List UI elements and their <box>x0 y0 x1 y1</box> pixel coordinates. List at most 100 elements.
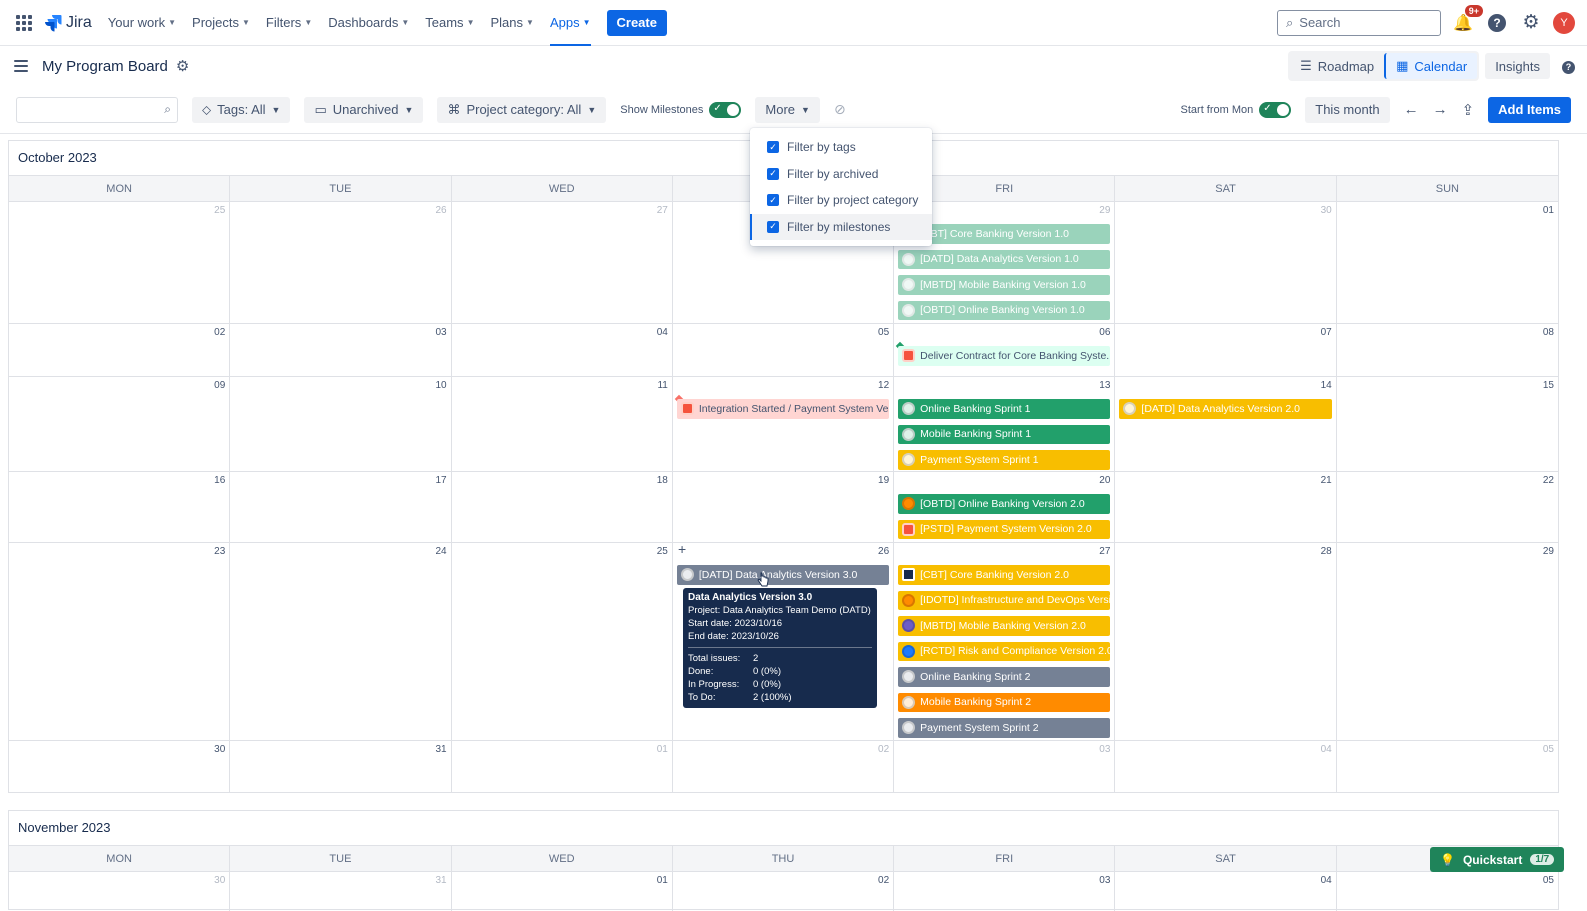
add-items-button[interactable]: Add Items <box>1488 96 1571 123</box>
calendar-event[interactable]: [DATD] Data Analytics Version 2.0 <box>1119 399 1332 419</box>
day-cell[interactable]: 20 [OBTD] Online Banking Version 2.0 [PS… <box>894 472 1116 542</box>
milestone-event[interactable]: Integration Started / Payment System Ve.… <box>676 399 890 419</box>
menu-item-filter-by-milestones[interactable]: ✓ Filter by milestones <box>750 213 932 240</box>
day-cell[interactable]: 03 <box>894 872 1116 911</box>
calendar-event[interactable]: [MBTD] Mobile Banking Version 2.0 <box>898 616 1111 636</box>
app-switcher-icon[interactable] <box>16 14 32 31</box>
day-cell[interactable]: 02 <box>9 324 231 376</box>
day-cell[interactable]: 18 <box>452 472 673 542</box>
add-event-icon[interactable]: + <box>678 541 686 557</box>
archived-filter[interactable]: ▭ Unarchived ▼ <box>304 96 424 123</box>
checkbox-checked-icon[interactable]: ✓ <box>767 167 779 180</box>
day-cell[interactable]: 15 <box>1337 377 1558 471</box>
tags-filter[interactable]: ⬦ Tags: All ▼ <box>192 96 291 123</box>
calendar-event[interactable]: [DATD] Data Analytics Version 1.0 <box>898 249 1111 269</box>
menu-item-filter-by-archived[interactable]: ✓ Filter by archived <box>750 161 932 188</box>
day-cell[interactable]: 04 <box>1115 741 1337 792</box>
nav-teams[interactable]: Teams ▼ <box>425 0 474 46</box>
insights-button[interactable]: Insights <box>1485 53 1550 79</box>
day-cell[interactable]: 05 <box>1337 741 1558 792</box>
help-icon[interactable]: ? <box>1562 58 1575 74</box>
day-cell[interactable]: 25 <box>452 543 673 740</box>
day-cell[interactable]: 08 <box>1337 324 1558 376</box>
calendar-event[interactable]: [PSTD] Payment System Version 2.0 <box>898 519 1111 539</box>
day-cell[interactable]: 19 <box>673 472 895 542</box>
menu-icon[interactable] <box>14 60 28 72</box>
calendar-event[interactable]: [DATD] Data Analytics Version 3.0 <box>676 565 890 585</box>
checkbox-checked-icon[interactable]: ✓ <box>767 220 779 233</box>
more-filters-button[interactable]: More ▼ <box>755 96 820 123</box>
day-cell[interactable]: 24 <box>230 543 452 740</box>
calendar-event[interactable]: [MBTD] Mobile Banking Version 1.0 <box>898 275 1111 295</box>
help-button[interactable]: ? <box>1485 11 1509 35</box>
day-cell[interactable]: 12 Integration Started / Payment System … <box>673 377 895 471</box>
day-cell[interactable]: 30 <box>9 741 231 792</box>
day-cell[interactable]: 27 <box>452 202 673 323</box>
checkbox-checked-icon[interactable]: ✓ <box>767 141 779 154</box>
avatar[interactable]: Y <box>1553 11 1575 34</box>
create-button[interactable]: Create <box>606 9 667 36</box>
day-cell[interactable]: 05 <box>1337 872 1558 911</box>
calendar-event[interactable]: Online Banking Sprint 1 <box>898 399 1111 419</box>
jira-logo[interactable]: Jira <box>44 14 92 32</box>
day-cell[interactable]: 04 <box>1115 872 1337 911</box>
day-cell[interactable]: 16 <box>9 472 231 542</box>
calendar-event[interactable]: [CBT] Core Banking Version 2.0 <box>898 565 1111 585</box>
day-cell[interactable]: 30 <box>9 872 231 911</box>
day-cell[interactable]: 28 <box>1115 543 1337 740</box>
calendar-event[interactable]: [OBTD] Online Banking Version 2.0 <box>898 494 1111 514</box>
nav-filters[interactable]: Filters ▼ <box>266 0 312 46</box>
day-cell[interactable]: 14 [DATD] Data Analytics Version 2.0 <box>1115 377 1337 471</box>
arrow-right-icon[interactable]: → <box>1433 101 1448 118</box>
day-cell[interactable]: 05 <box>673 324 895 376</box>
day-cell[interactable]: 22 <box>1337 472 1558 542</box>
day-cell[interactable]: 01 <box>1337 202 1558 323</box>
calendar-event[interactable]: Payment System Sprint 2 <box>898 718 1111 738</box>
start-from-mon-toggle[interactable] <box>1259 101 1292 118</box>
nav-dashboards[interactable]: Dashboards ▼ <box>328 0 409 46</box>
day-cell[interactable]: 25 <box>9 202 231 323</box>
show-milestones-toggle[interactable] <box>709 101 742 118</box>
day-cell[interactable]: 21 <box>1115 472 1337 542</box>
calendar-event[interactable]: [RCTD] Risk and Compliance Version 2.0 <box>898 641 1111 661</box>
day-cell[interactable]: 02 <box>673 741 895 792</box>
calendar-event[interactable]: [IDOTD] Infrastructure and DevOps Versi.… <box>898 590 1111 610</box>
notifications-button[interactable]: 🔔 9+ <box>1451 4 1483 35</box>
calendar-event[interactable]: Online Banking Sprint 2 <box>898 667 1111 687</box>
day-cell[interactable]: 03 <box>230 324 452 376</box>
this-month-button[interactable]: This month <box>1305 96 1390 123</box>
day-cell[interactable]: 11 <box>452 377 673 471</box>
day-cell[interactable]: 01 <box>452 741 673 792</box>
quickstart-button[interactable]: 💡 Quickstart 1/7 <box>1430 847 1565 872</box>
project-category-filter[interactable]: ⌘ Project category: All ▼ <box>437 96 607 123</box>
calendar-event[interactable]: Mobile Banking Sprint 1 <box>898 424 1111 444</box>
day-cell[interactable]: 07 <box>1115 324 1337 376</box>
arrow-left-icon[interactable]: ← <box>1404 101 1419 118</box>
calendar-event[interactable]: Mobile Banking Sprint 2 <box>898 692 1111 712</box>
day-cell[interactable]: 02 <box>673 872 895 911</box>
calendar-event[interactable]: [OBTD] Online Banking Version 1.0 <box>898 300 1111 320</box>
tab-calendar[interactable]: ▦ Calendar <box>1384 53 1478 79</box>
menu-item-filter-by-project-category[interactable]: ✓ Filter by project category <box>750 187 932 214</box>
nav-apps[interactable]: Apps ▼ <box>549 0 591 46</box>
day-cell[interactable]: 31 <box>230 741 452 792</box>
day-cell[interactable]: 13 Online Banking Sprint 1 Mobile Bankin… <box>894 377 1116 471</box>
nav-your-work[interactable]: Your work ▼ <box>108 0 176 46</box>
day-cell[interactable]: 06 Deliver Contract for Core Banking Sys… <box>894 324 1116 376</box>
global-search-input[interactable]: ⌕ Search <box>1277 9 1441 36</box>
settings-button[interactable]: ⚙ <box>1519 11 1543 35</box>
clear-filter-icon[interactable]: ⊘ <box>834 101 846 118</box>
nav-projects[interactable]: Projects ▼ <box>192 0 250 46</box>
milestone-event[interactable]: Deliver Contract for Core Banking Syste.… <box>898 346 1111 366</box>
day-cell[interactable]: 01 <box>452 872 673 911</box>
day-cell[interactable]: 23 <box>9 543 231 740</box>
menu-item-filter-by-tags[interactable]: ✓ Filter by tags <box>750 134 932 161</box>
day-cell[interactable]: 10 <box>230 377 452 471</box>
day-cell[interactable]: 17 <box>230 472 452 542</box>
board-settings-icon[interactable]: ⚙ <box>176 57 189 75</box>
calendar-event[interactable]: Payment System Sprint 1 <box>898 450 1111 470</box>
day-cell[interactable]: 27 [CBT] Core Banking Version 2.0 [IDOTD… <box>894 543 1116 740</box>
day-cell[interactable]: 26 <box>230 202 452 323</box>
day-cell[interactable]: 30 <box>1115 202 1337 323</box>
nav-plans[interactable]: Plans ▼ <box>490 0 533 46</box>
